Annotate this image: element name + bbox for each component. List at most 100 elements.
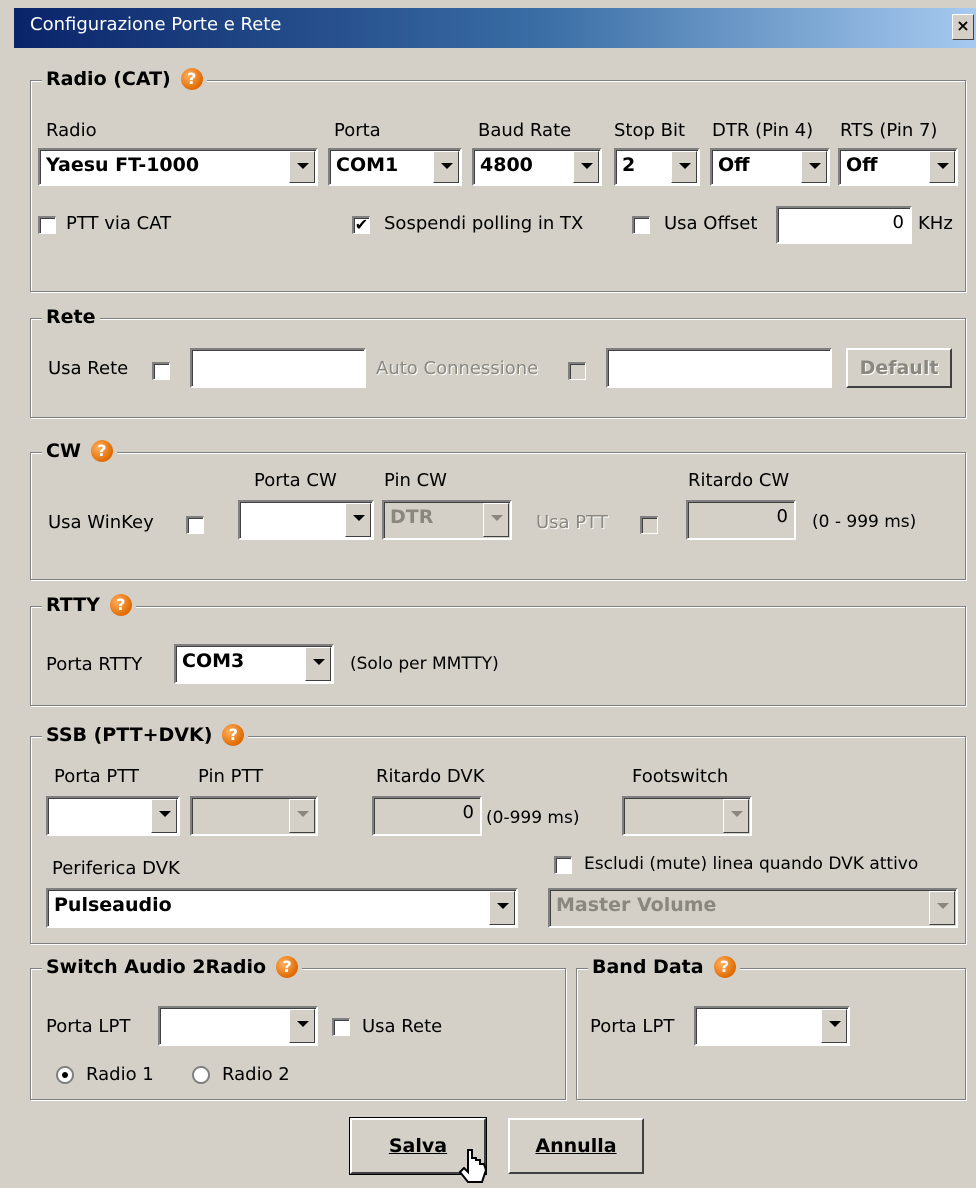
sospendi-polling-checkbox[interactable]: ✔ [352,216,370,234]
porta-cw-select[interactable] [238,500,374,540]
radio1-radio[interactable] [56,1066,74,1084]
pin-ptt-label: Pin PTT [198,766,264,787]
chevron-down-icon[interactable] [671,151,697,183]
pin-ptt-select[interactable] [190,796,318,836]
offset-input[interactable]: 0 [776,206,912,244]
chevron-down-icon[interactable] [345,503,371,537]
usa-rete-label: Usa Rete [48,358,129,379]
help-icon[interactable]: ? [90,440,113,462]
ritardo-dvk-range: (0-999 ms) [486,808,580,828]
group-radio-cat [30,80,966,292]
usa-ptt-checkbox[interactable] [640,516,658,534]
master-volume-value: Master Volume [556,894,717,916]
rts-label: RTS (Pin 7) [840,120,938,141]
switch-porta-lpt-select[interactable] [158,1006,318,1046]
chevron-down-icon[interactable] [305,647,331,681]
periferica-dvk-select[interactable]: Pulseaudio [46,888,518,928]
help-icon[interactable]: ? [109,594,132,616]
dtr-value: Off [718,154,750,176]
band-porta-lpt-select[interactable] [694,1006,850,1046]
legend-rtty: RTTY ? [42,594,136,616]
porta-ptt-select[interactable] [46,796,180,836]
rete-port-input[interactable] [606,348,832,388]
pin-cw-label: Pin CW [384,470,447,491]
help-icon[interactable]: ? [180,68,203,90]
ritardo-dvk-label: Ritardo DVK [376,766,485,787]
chevron-down-icon[interactable] [483,503,509,537]
legend-rete: Rete [42,306,100,328]
chevron-down-icon[interactable] [929,151,955,183]
pin-cw-value: DTR [390,506,434,528]
close-icon[interactable]: × [952,14,974,40]
radio2-radio[interactable] [192,1066,210,1084]
chevron-down-icon[interactable] [821,1009,847,1043]
legend-band-data: Band Data ? [588,956,740,978]
legend-switch-audio: Switch Audio 2Radio ? [42,956,303,978]
baud-rate-value: 4800 [480,154,533,176]
help-icon[interactable]: ? [222,724,245,746]
dtr-label: DTR (Pin 4) [712,120,814,141]
stop-bit-label: Stop Bit [614,120,686,141]
ritardo-cw-input[interactable]: 0 [686,500,796,540]
baud-rate-select[interactable]: 4800 [472,148,602,186]
annulla-button[interactable]: Annulla [508,1118,644,1174]
legend-radio-cat-label: Radio (CAT) [46,68,171,90]
switch-usa-rete-checkbox[interactable] [332,1018,350,1036]
dtr-select[interactable]: Off [710,148,830,186]
chevron-down-icon[interactable] [801,151,827,183]
footswitch-label: Footswitch [632,766,729,787]
rete-host-input[interactable] [190,348,366,388]
pin-cw-select[interactable]: DTR [382,500,512,540]
escludi-mute-checkbox[interactable] [554,856,572,874]
master-volume-select[interactable]: Master Volume [548,888,958,928]
default-button[interactable]: Default [846,348,952,388]
ritardo-cw-range: (0 - 999 ms) [812,512,917,532]
ritardo-dvk-value: 0 [462,802,474,823]
rts-select[interactable]: Off [838,148,958,186]
chevron-down-icon[interactable] [151,799,177,833]
chevron-down-icon[interactable] [929,891,955,925]
ptt-via-cat-checkbox[interactable] [38,216,56,234]
stop-bit-value: 2 [622,154,636,176]
stop-bit-select[interactable]: 2 [614,148,700,186]
offset-unit: KHz [918,213,953,234]
help-icon[interactable]: ? [713,956,736,978]
legend-ssb: SSB (PTT+DVK) ? [42,724,249,746]
pointer-cursor-icon [458,1149,488,1183]
chevron-down-icon[interactable] [489,891,515,925]
baud-rate-label: Baud Rate [478,120,572,141]
ptt-via-cat-label: PTT via CAT [66,213,172,234]
porta-label: Porta [334,120,381,141]
footswitch-select[interactable] [622,796,752,836]
switch-porta-lpt-label: Porta LPT [46,1016,131,1037]
chevron-down-icon[interactable] [723,799,749,833]
porta-select[interactable]: COM1 [328,148,462,186]
porta-select-value: COM1 [336,154,399,176]
usa-offset-label: Usa Offset [664,213,758,234]
rts-value: Off [846,154,878,176]
auto-connessione-label: Auto Connessione [376,358,539,379]
legend-cw: CW ? [42,440,117,462]
usa-offset-checkbox[interactable] [632,216,650,234]
auto-connessione-checkbox[interactable] [568,362,586,380]
radio-select-value: Yaesu FT-1000 [46,154,200,176]
usa-winkey-label: Usa WinKey [48,512,154,533]
chevron-down-icon[interactable] [573,151,599,183]
window-title: Configurazione Porte e Rete [30,14,282,35]
ritardo-dvk-input[interactable]: 0 [372,796,482,836]
porta-cw-label: Porta CW [254,470,337,491]
usa-rete-checkbox[interactable] [152,362,170,380]
legend-ssb-label: SSB (PTT+DVK) [46,724,213,746]
radio1-label: Radio 1 [86,1064,154,1085]
band-porta-lpt-label: Porta LPT [590,1016,675,1037]
porta-rtty-value: COM3 [182,650,245,672]
porta-rtty-select[interactable]: COM3 [174,644,334,684]
usa-winkey-checkbox[interactable] [186,516,204,534]
chevron-down-icon[interactable] [289,799,315,833]
chevron-down-icon[interactable] [289,151,315,183]
periferica-dvk-value: Pulseaudio [54,894,172,916]
help-icon[interactable]: ? [276,956,299,978]
chevron-down-icon[interactable] [433,151,459,183]
chevron-down-icon[interactable] [289,1009,315,1043]
radio-select[interactable]: Yaesu FT-1000 [38,148,318,186]
